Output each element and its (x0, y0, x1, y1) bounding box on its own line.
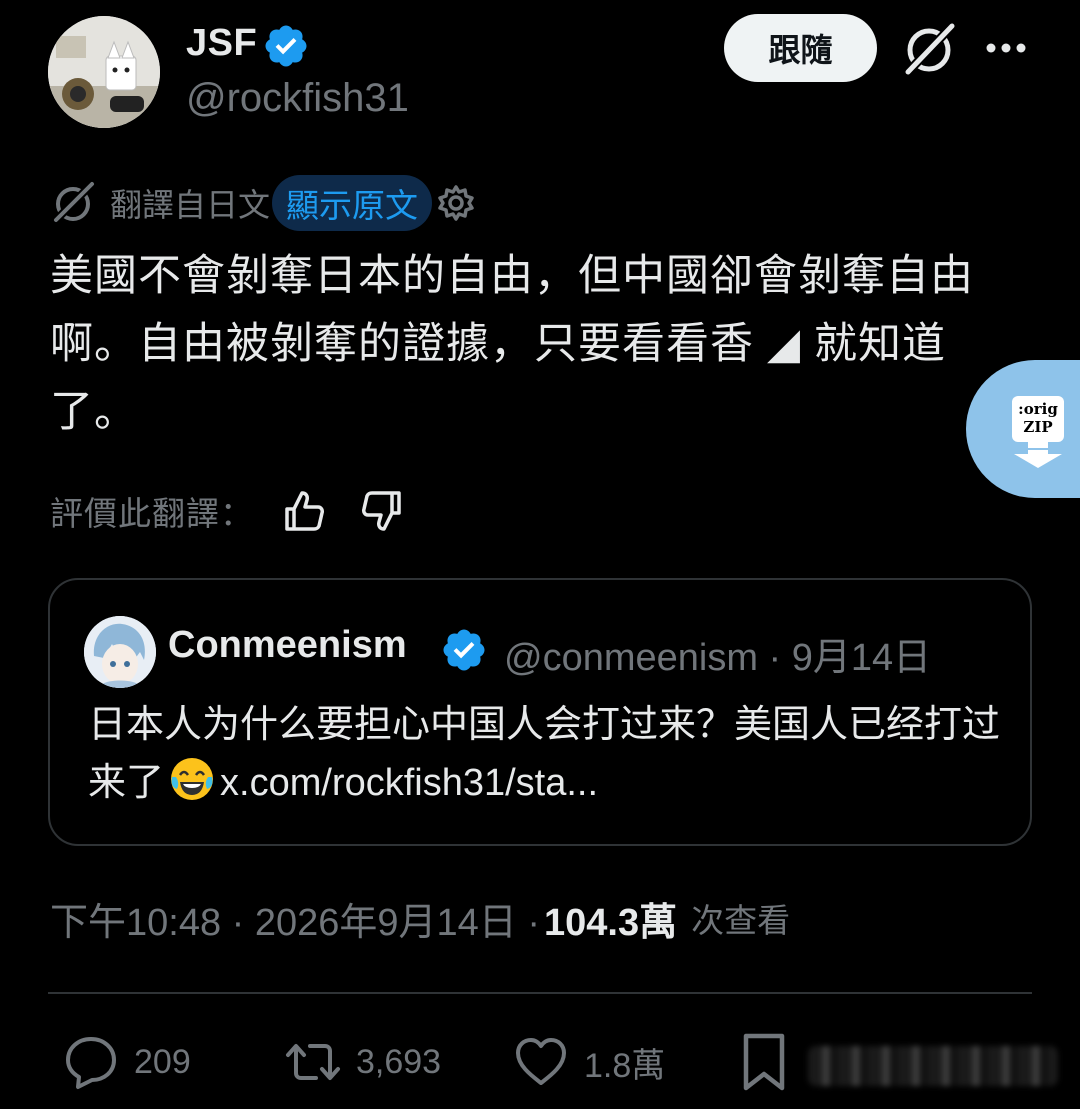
tweet-text: 美國不會剝奪日本的自由，但中國卻會剝奪自由啊。自由被剝奪的證據，只要看看香 ◢ … (50, 252, 974, 436)
thumbs-down-icon[interactable] (360, 489, 404, 533)
like-count: 1.8萬 (584, 1046, 666, 1085)
settings-icon[interactable] (436, 183, 476, 223)
verified-badge-icon (265, 25, 307, 67)
show-original-button[interactable]: 顯示原文 (272, 175, 433, 231)
quoted-tweet-card[interactable]: Conmeenism @conmeenism · 9月14日 日本人为什么要担心… (48, 578, 1032, 846)
translated-from-label: 翻譯自日文 (110, 187, 271, 223)
quoted-link[interactable]: x.com/rockfish31/sta... (220, 762, 598, 804)
quoted-handle-date: @conmeenism · 9月14日 (504, 637, 932, 679)
translation-row: 翻譯自日文 顯示原文 (50, 175, 476, 231)
view-count: 104.3萬 (544, 901, 678, 944)
view-count-label: 次查看 (691, 902, 791, 939)
follow-button[interactable]: 跟隨 (724, 14, 877, 82)
tweet-detail-page: JSF @rockfish31 跟隨 翻譯自日文 顯示原文 美國不會剝奪日本的自… (0, 0, 1080, 1109)
rate-translation-row: 評價此翻譯： (50, 485, 404, 537)
reply-icon (66, 1037, 116, 1089)
retweet-count: 3,693 (356, 1042, 442, 1081)
quoted-author-name[interactable]: Conmeenism (168, 624, 407, 667)
zip-tag: :orig ZIP (1012, 396, 1064, 442)
quoted-author-avatar[interactable] (84, 616, 156, 688)
reply-button[interactable]: 209 (62, 1030, 191, 1094)
divider (48, 992, 1032, 994)
grok-icon[interactable] (900, 20, 958, 78)
reply-count: 209 (134, 1042, 191, 1081)
tweet-meta: 下午10:48 · 2026年9月14日 · 104.3萬 次查看 (50, 890, 790, 946)
watermark-overlay (808, 1046, 1058, 1086)
bookmark-icon[interactable] (738, 1032, 790, 1092)
retweet-icon (286, 1044, 340, 1080)
like-icon (516, 1038, 566, 1085)
like-button[interactable]: 1.8萬 (512, 1030, 665, 1094)
zip-tag-line2: ZIP (1023, 418, 1053, 436)
author-display-name[interactable]: JSF (186, 22, 257, 65)
rate-translation-label: 評價此翻譯： (50, 495, 254, 532)
author-avatar[interactable] (48, 16, 160, 128)
retweet-button[interactable]: 3,693 (284, 1030, 441, 1094)
download-arrow-icon (1014, 440, 1062, 468)
thumbs-up-icon[interactable] (282, 489, 326, 533)
verified-badge-icon (443, 629, 485, 671)
more-icon[interactable] (983, 30, 1029, 66)
author-handle[interactable]: @rockfish31 (186, 76, 409, 121)
translate-icon (51, 181, 95, 225)
quoted-tweet-text: 日本人为什么要担心中国人会打过来？美国人已经打过来了 x.com/rockfis… (88, 696, 1008, 812)
zip-tag-line1: :orig (1018, 400, 1058, 418)
laughing-emoji-icon (171, 758, 214, 800)
timestamp[interactable]: 下午10:48 · 2026年9月14日 · (50, 891, 540, 946)
